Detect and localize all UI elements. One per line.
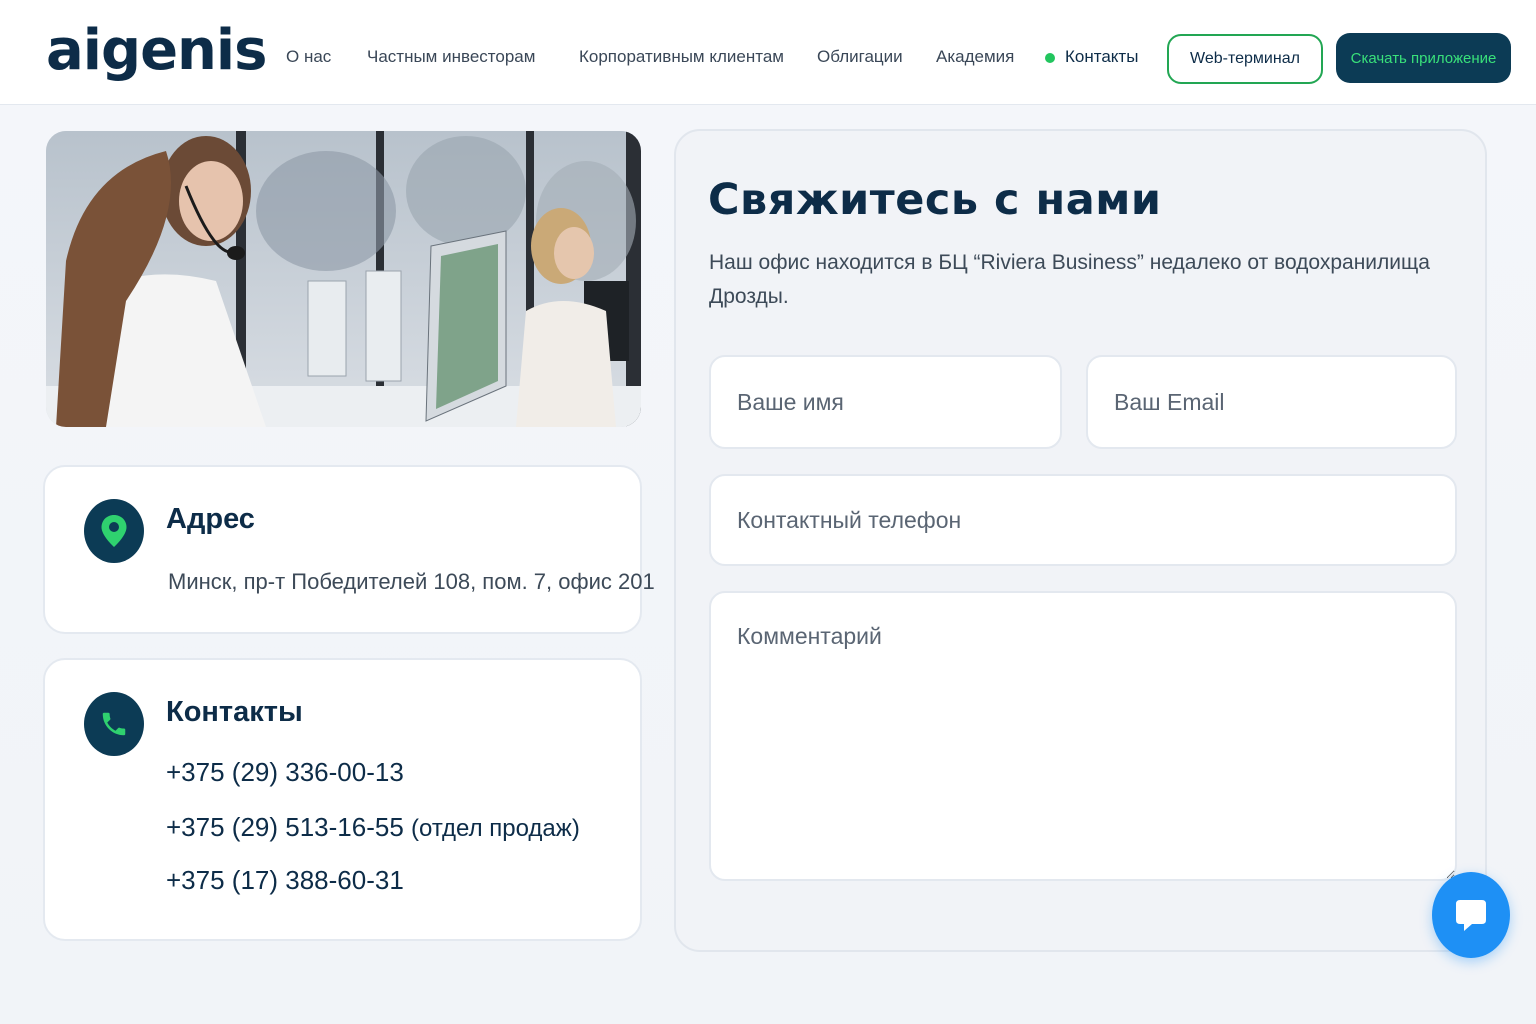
email-input[interactable] (1086, 355, 1457, 449)
form-description: Наш офис находится в БЦ “Riviera Busines… (709, 251, 1430, 308)
phone-link-sales[interactable]: +375 (29) 513-16-55 (отдел продаж) (166, 812, 580, 843)
nav-private-investors[interactable]: Частным инвесторам (367, 47, 535, 67)
site-header: aigenis О нас Частным инвесторам Корпора… (0, 0, 1536, 105)
phone-note: (отдел продаж) (411, 815, 580, 842)
location-pin-icon (84, 499, 144, 563)
download-app-button[interactable]: Скачать приложение (1336, 33, 1511, 83)
form-title: Свяжитесь с нами (708, 175, 1162, 225)
phone-number: +375 (17) 388-60-31 (166, 865, 404, 895)
nav-academy[interactable]: Академия (936, 47, 1014, 67)
phone-icon (84, 692, 144, 756)
call-center-photo (46, 131, 641, 427)
name-input[interactable] (709, 355, 1062, 449)
nav-about[interactable]: О нас (286, 47, 331, 67)
contact-form-panel: Свяжитесь с нами Наш офис находится в БЦ… (674, 129, 1487, 952)
web-terminal-button[interactable]: Web-терминал (1167, 34, 1323, 84)
phone-input[interactable] (709, 474, 1457, 566)
chat-bubble-icon (1456, 900, 1486, 931)
address-text: Минск, пр-т Победителей 108, пом. 7, офи… (168, 569, 655, 594)
comment-textarea[interactable] (709, 591, 1457, 881)
address-title: Адрес (166, 503, 255, 535)
phone-link-office[interactable]: +375 (17) 388-60-31 (166, 865, 404, 896)
phone-number: +375 (29) 336-00-13 (166, 757, 404, 787)
nav-bonds[interactable]: Облигации (817, 47, 903, 67)
contacts-card: Контакты +375 (29) 336-00-13 +375 (29) 5… (43, 658, 642, 941)
logo[interactable]: aigenis (46, 18, 267, 83)
address-card: Адрес Минск, пр-т Победителей 108, пом. … (43, 465, 655, 634)
page: aigenis О нас Частным инвесторам Корпора… (0, 0, 1536, 1024)
active-nav-indicator (1045, 53, 1055, 63)
nav-corporate-clients[interactable]: Корпоративным клиентам (579, 47, 784, 67)
phone-number: +375 (29) 513-16-55 (166, 812, 404, 842)
contacts-title: Контакты (166, 696, 303, 728)
chat-button[interactable] (1432, 872, 1510, 958)
call-center-illustration (46, 131, 641, 427)
phone-link-main[interactable]: +375 (29) 336-00-13 (166, 757, 404, 788)
nav-contacts[interactable]: Контакты (1065, 47, 1138, 67)
